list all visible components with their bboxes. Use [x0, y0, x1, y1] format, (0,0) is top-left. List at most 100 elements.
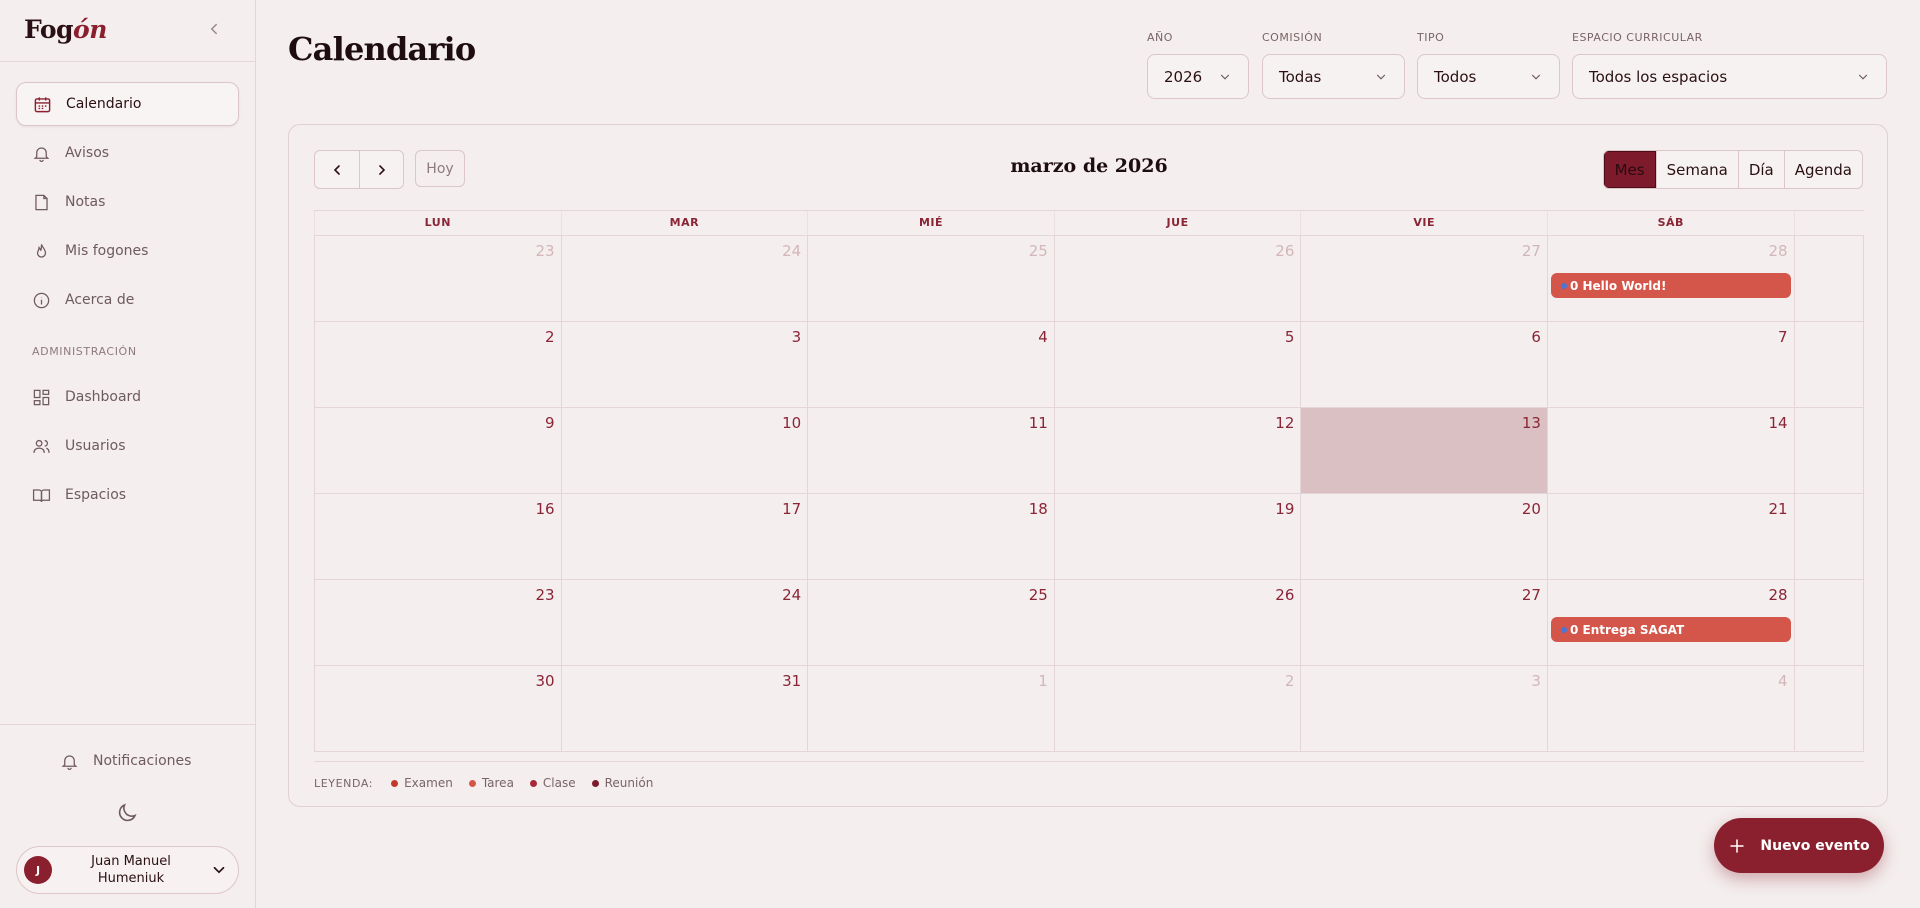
- collapse-sidebar-button[interactable]: [205, 20, 223, 40]
- day-cell[interactable]: 4: [1546, 666, 1794, 751]
- tipo-select[interactable]: Todos: [1417, 54, 1560, 99]
- day-cell[interactable]: 21: [1546, 494, 1794, 579]
- user-menu[interactable]: J Juan Manuel Humeniuk: [16, 846, 239, 894]
- calendar-event[interactable]: 0 Hello World!: [1550, 273, 1791, 298]
- day-cell-today[interactable]: 13: [1300, 408, 1547, 493]
- day-cell[interactable]: 25: [807, 580, 1054, 665]
- sidebar-item-espacios[interactable]: Espacios: [16, 473, 239, 517]
- day-cell[interactable]: 10: [560, 408, 808, 493]
- day-number: 23: [535, 586, 555, 604]
- filter-espacio: ESPACIO CURRICULAR Todos los espacios: [1572, 31, 1887, 99]
- weekday-label: LUN: [314, 211, 561, 235]
- day-number: 18: [1028, 500, 1048, 518]
- prev-month-button[interactable]: [315, 151, 359, 188]
- day-cell[interactable]: 24: [560, 580, 808, 665]
- weekday-label: MIÉ: [807, 211, 1054, 235]
- day-cell[interactable]: 6: [1300, 322, 1547, 407]
- new-event-button[interactable]: Nuevo evento: [1714, 818, 1884, 873]
- sidebar-item-usuarios[interactable]: Usuarios: [16, 424, 239, 468]
- day-number: 3: [1531, 672, 1541, 690]
- day-cell[interactable]: 17: [560, 494, 808, 579]
- view-day-button[interactable]: Día: [1737, 151, 1784, 188]
- day-number: 7: [1778, 328, 1788, 346]
- view-month-button[interactable]: Mes: [1603, 151, 1656, 188]
- legend-divider: [314, 761, 1864, 762]
- next-month-button[interactable]: [359, 151, 403, 188]
- day-number: 4: [1038, 328, 1048, 346]
- day-cell[interactable]: 26: [1053, 580, 1301, 665]
- day-cell[interactable]: 2: [314, 322, 561, 407]
- note-icon: [31, 192, 51, 212]
- day-cell[interactable]: 4: [807, 322, 1054, 407]
- legend-label: Examen: [404, 776, 453, 790]
- day-number: 28: [1768, 586, 1788, 604]
- day-number: 27: [1521, 242, 1541, 260]
- day-cell[interactable]: 3: [560, 322, 808, 407]
- day-cell[interactable]: 18: [807, 494, 1054, 579]
- new-event-label: Nuevo evento: [1760, 837, 1870, 854]
- day-cell[interactable]: 7: [1546, 322, 1794, 407]
- page-title: Calendario: [288, 30, 476, 68]
- day-cell[interactable]: 20: [1300, 494, 1547, 579]
- day-cell-empty: [1793, 580, 1864, 665]
- view-week-button[interactable]: Semana: [1655, 151, 1738, 188]
- calendar-event[interactable]: 0 Entrega SAGAT: [1550, 617, 1791, 642]
- event-dot-icon: [1560, 282, 1567, 289]
- day-cell[interactable]: 25: [807, 236, 1054, 321]
- comision-select[interactable]: Todas: [1262, 54, 1405, 99]
- chevron-right-icon: [378, 164, 385, 175]
- bell-icon: [61, 754, 78, 770]
- sidebar-item-notas[interactable]: Notas: [16, 180, 239, 224]
- day-cell[interactable]: 28 0 Hello World!: [1546, 236, 1794, 321]
- day-cell[interactable]: 27: [1300, 236, 1547, 321]
- view-agenda-button[interactable]: Agenda: [1783, 151, 1862, 188]
- day-number: 11: [1028, 414, 1048, 432]
- day-cell[interactable]: 23: [314, 580, 561, 665]
- day-cell[interactable]: 16: [314, 494, 561, 579]
- sidebar-item-dashboard[interactable]: Dashboard: [16, 375, 239, 419]
- filter-tipo: TIPO Todos: [1417, 31, 1560, 99]
- chevron-down-icon: [1531, 74, 1541, 80]
- day-number: 27: [1521, 586, 1541, 604]
- day-cell[interactable]: 11: [807, 408, 1054, 493]
- day-cell[interactable]: 14: [1546, 408, 1794, 493]
- day-cell[interactable]: 5: [1053, 322, 1301, 407]
- sidebar-item-avisos[interactable]: Avisos: [16, 131, 239, 175]
- day-cell[interactable]: 1: [807, 666, 1054, 751]
- book-icon: [31, 485, 51, 505]
- brand-logo[interactable]: Fogón: [24, 15, 107, 44]
- sidebar-item-label: Dashboard: [65, 389, 141, 405]
- legend-label: Reunión: [604, 776, 654, 790]
- day-cell[interactable]: 31: [560, 666, 808, 751]
- year-select[interactable]: 2026: [1147, 54, 1249, 99]
- day-number: 9: [545, 414, 555, 432]
- day-number: 1: [1038, 672, 1048, 690]
- weekday-label-empty: [1793, 211, 1864, 235]
- day-cell[interactable]: 2: [1053, 666, 1301, 751]
- day-cell-empty: [1793, 236, 1864, 321]
- day-cell[interactable]: 24: [560, 236, 808, 321]
- sidebar: Fogón Calendario Avisos Notas Mis fogone…: [0, 0, 256, 908]
- day-cell[interactable]: 12: [1053, 408, 1301, 493]
- day-cell[interactable]: 30: [314, 666, 561, 751]
- legend-item: Reunión: [591, 776, 654, 790]
- day-number: 25: [1028, 242, 1048, 260]
- day-number: 14: [1768, 414, 1788, 432]
- sidebar-item-acerca-de[interactable]: Acerca de: [16, 278, 239, 322]
- today-button[interactable]: Hoy: [415, 150, 465, 187]
- espacio-select[interactable]: Todos los espacios: [1572, 54, 1887, 99]
- chevron-down-icon: [1858, 74, 1868, 80]
- sidebar-item-calendario[interactable]: Calendario: [16, 82, 239, 126]
- day-cell[interactable]: 19: [1053, 494, 1301, 579]
- day-cell[interactable]: 28 0 Entrega SAGAT: [1546, 580, 1794, 665]
- day-cell[interactable]: 27: [1300, 580, 1547, 665]
- event-dot-icon: [1560, 626, 1567, 633]
- day-cell[interactable]: 9: [314, 408, 561, 493]
- day-cell[interactable]: 26: [1053, 236, 1301, 321]
- day-cell[interactable]: 3: [1300, 666, 1547, 751]
- day-cell[interactable]: 23: [314, 236, 561, 321]
- sidebar-item-mis-fogones[interactable]: Mis fogones: [16, 229, 239, 273]
- day-number: 26: [1275, 586, 1295, 604]
- theme-toggle-button[interactable]: [115, 801, 139, 825]
- notifications-button[interactable]: Notificaciones: [60, 748, 191, 774]
